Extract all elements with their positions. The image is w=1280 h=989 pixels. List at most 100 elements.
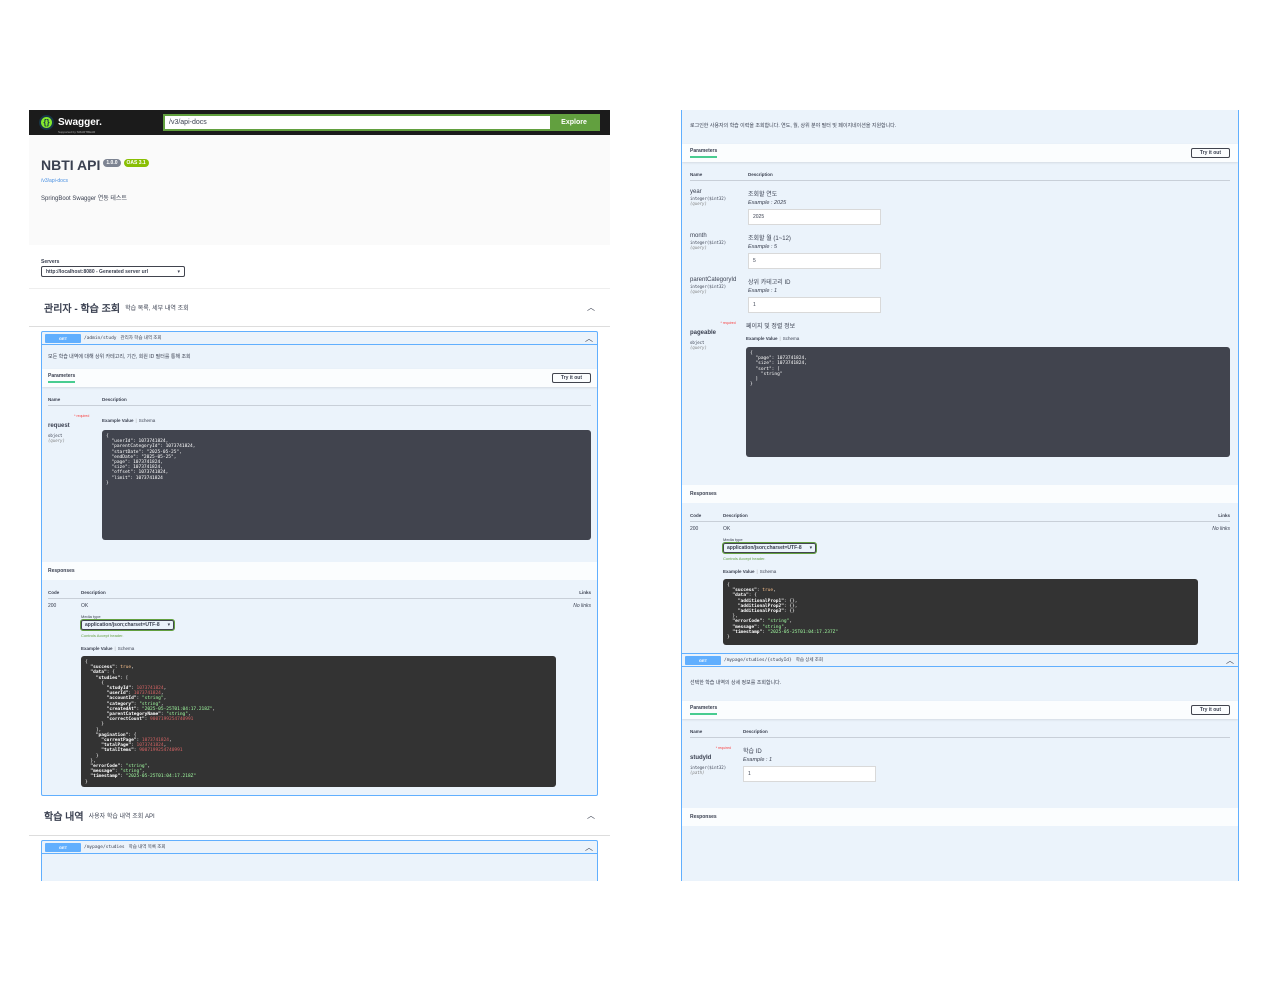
url-input[interactable]: /v3/api-docs [165,116,550,129]
col-name: Name [48,397,61,402]
required-marker: * required [720,321,736,325]
try-it-out-button[interactable]: Try it out [1190,705,1230,715]
param-example: Example : 5 [748,244,778,250]
param-example: Example : 1 [743,757,773,763]
request-example-code: { "userId": 1073741824, "parentCategoryI… [102,430,591,540]
swagger-logo[interactable]: {} Swagger. Supported by SMARTBEAR [39,112,163,134]
study-id-input[interactable]: 1 [743,766,876,782]
url-bar: /v3/api-docs Explore [163,114,600,131]
param-in: (query) [690,245,707,250]
media-type-select[interactable]: application/json;charset=UTF-8 ▾ [79,619,176,631]
resp-col-links: Links [579,590,591,595]
response-description: OK [723,526,731,532]
schema-tab[interactable]: Schema [783,336,800,341]
logo-subtext: Supported by SMARTBEAR [58,129,96,134]
example-value-tab[interactable]: Example Value [723,569,755,574]
parameters-tab[interactable]: Parameters [690,148,718,158]
pageable-example-code: { "page": 1073741824, "size": 1073741824… [746,347,1230,457]
media-type-value: application/json;charset=UTF-8 [85,622,160,628]
chevron-up-icon[interactable]: ︿ [1226,655,1234,666]
method-badge: GET [45,842,81,852]
parameters-header: Parameters Try it out [682,701,1238,719]
param-name: month [690,233,707,239]
response-example-code: { "success": true, "data": { "studies": … [81,656,556,787]
responses-header: Responses [42,562,597,580]
parent-category-input[interactable]: 1 [748,297,881,313]
chevron-down-icon: ▾ [809,545,813,551]
op-summary[interactable]: GET /mypage/studies 학습 내역 목록 조회 ︿ [42,841,597,854]
op-path: /mypage/studies [84,844,125,850]
oas-badge: OAS 3.1 [123,159,149,167]
param-in: (query) [48,438,65,443]
chevron-up-icon[interactable]: ︿ [587,302,595,313]
param-in: (query) [690,201,707,206]
method-badge: GET [45,333,81,343]
parameters-header: Parameters Try it out [42,369,597,387]
parameters-tab[interactable]: Parameters [690,705,718,715]
try-it-out-button[interactable]: Try it out [1190,148,1230,158]
param-example: Example : 2025 [748,200,787,206]
param-description: 학습 ID [743,749,762,755]
response-links: No links [573,603,591,609]
media-type-value: application/json;charset=UTF-8 [727,545,802,551]
schema-tab[interactable]: Schema [118,646,135,651]
media-type-select[interactable]: application/json;charset=UTF-8 ▾ [721,542,818,554]
op-summary-text: 관리자 학습 내역 조회 [120,335,162,340]
tag-description: 학습 목록, 세부 내역 조회 [125,306,189,312]
col-name: Name [690,729,703,734]
response-row-200: 200 OK Media type application/json;chars… [682,522,1238,645]
chevron-down-icon: ▾ [177,268,180,275]
param-name: parentCategoryId [690,277,737,283]
example-value-tab[interactable]: Example Value [102,418,134,423]
params-table-header: Name Description [690,719,1230,738]
chevron-up-icon[interactable]: ︿ [585,842,593,853]
tag-name: 관리자 - 학습 조회 [44,304,121,315]
param-example: Example : 1 [748,288,778,294]
response-example-code: { "success": true, "data": { "additional… [723,579,1198,645]
param-row-year: year integer($int32) (query) 조회할 연도 Exam… [682,181,1238,225]
op-summary[interactable]: GET /admin/study 관리자 학습 내역 조회 ︿ [42,332,597,345]
api-description: SpringBoot Swagger 연동 테스트 [41,196,127,202]
explore-button[interactable]: Explore [550,116,598,129]
opblock-study-list: GET /mypage/studies 학습 내역 목록 조회 ︿ [41,840,598,881]
chevron-up-icon[interactable]: ︿ [585,333,593,344]
param-row-parent-category: parentCategoryId integer($int32) (query)… [682,269,1238,313]
media-type-label: Media type [81,614,101,619]
api-info: NBTI API 1.0.0 OAS 3.1 /v3/api-docs Spri… [29,135,610,245]
resp-col-desc: Description [81,590,106,595]
param-name: pageable [690,330,717,336]
api-title: NBTI API [41,157,101,173]
chevron-up-icon[interactable]: ︿ [587,810,595,821]
servers-select[interactable]: http://localhost:8080 - Generated server… [41,266,185,277]
opblock-admin-study: GET /admin/study 관리자 학습 내역 조회 ︿ 모든 학습 내역… [41,331,598,796]
parameters-header: Parameters Try it out [682,144,1238,162]
responses-header: Responses [682,808,1238,826]
swagger-topbar: {} Swagger. Supported by SMARTBEAR /v3/a… [29,110,610,135]
api-docs-link[interactable]: /v3/api-docs [41,178,598,184]
responses-table-header: Code Description Links [48,580,591,599]
year-input[interactable]: 2025 [748,209,881,225]
controls-accept-note: Controls Accept header. [81,633,124,638]
resp-col-links: Links [1218,513,1230,518]
schema-tab[interactable]: Schema [139,418,156,423]
param-row-request: request * required object (query) Exampl… [42,406,597,540]
op-summary-study-detail[interactable]: GET /mypage/studies/{studyId} 학습 상세 조회 ︿ [682,653,1238,667]
try-it-out-button[interactable]: Try it out [551,373,591,383]
tag-name: 학습 내역 [44,812,84,823]
month-input[interactable]: 5 [748,253,881,269]
param-description: 조회할 연도 [748,192,778,198]
col-name: Name [690,172,703,177]
example-value-tab[interactable]: Example Value [746,336,778,341]
required-marker: * required [74,414,90,418]
tag-study-history[interactable]: 학습 내역 사용자 학습 내역 조회 API ︿ [29,796,610,836]
example-value-tab[interactable]: Example Value [81,646,113,651]
parameters-tab[interactable]: Parameters [48,373,76,383]
schema-tab[interactable]: Schema [760,569,777,574]
col-description: Description [102,397,127,402]
response-description: OK [81,603,89,609]
resp-col-desc: Description [723,513,748,518]
col-description: Description [743,729,768,734]
col-description: Description [748,172,773,177]
tag-admin-study[interactable]: 관리자 - 학습 조회 학습 목록, 세부 내역 조회 ︿ [29,289,610,327]
op-summary-text: 학습 내역 목록 조회 [128,844,166,849]
